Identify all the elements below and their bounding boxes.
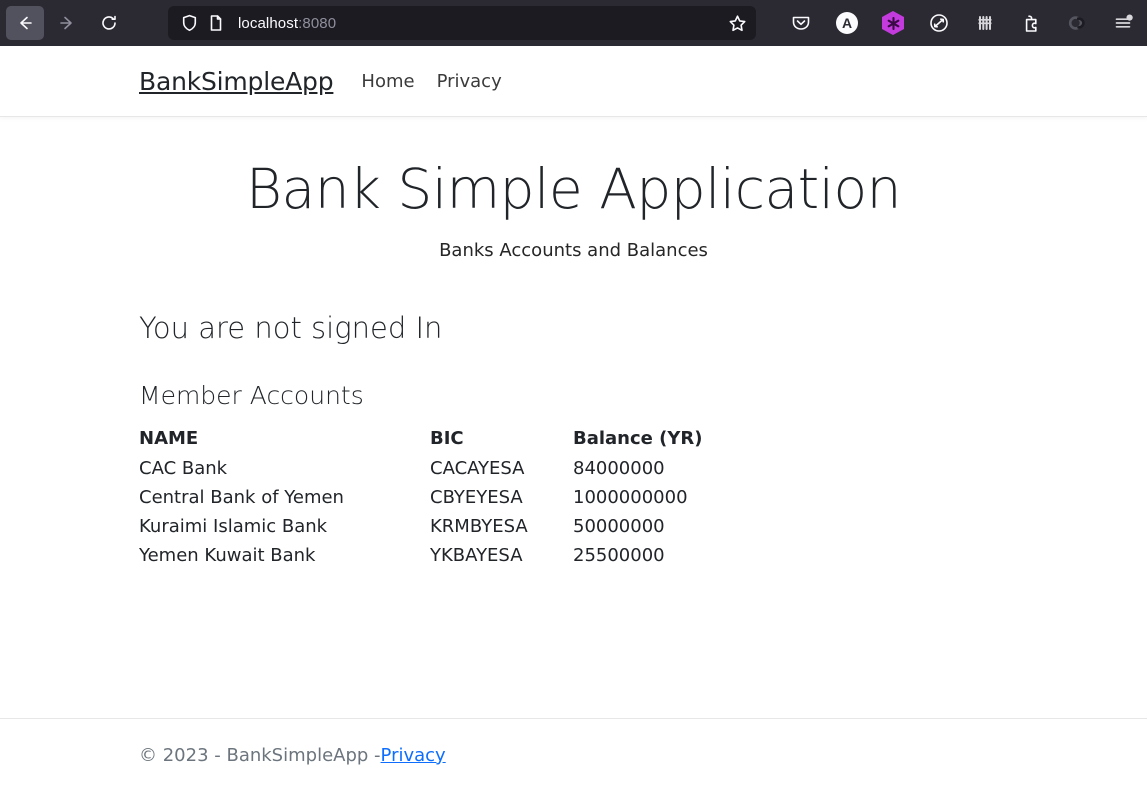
loop-glyph-icon <box>1068 16 1085 30</box>
site-navbar: BankSimpleApp Home Privacy <box>0 46 1147 117</box>
cell-bic: CBYEYESA <box>430 487 523 508</box>
hamburger-glyph-icon <box>1115 14 1133 28</box>
cell-name: CAC Bank <box>139 458 228 479</box>
cell-bic: KRMBYESA <box>430 516 528 537</box>
table-header-row: NAME BIC Balance (YR) <box>139 428 703 458</box>
url-host: localhost <box>238 14 299 32</box>
cell-name: Central Bank of Yemen <box>139 487 344 508</box>
url-text[interactable]: localhost:8080 <box>238 15 336 32</box>
purple-hexagon-icon[interactable] <box>878 8 908 38</box>
circle-slash-glyph-icon <box>930 14 948 32</box>
pocket-icon[interactable] <box>786 8 816 38</box>
page-viewport: BankSimpleApp Home Privacy Bank Simple A… <box>0 46 1147 792</box>
footer-copyright: © 2023 - BankSimpleApp - <box>139 745 381 766</box>
fence-icon[interactable] <box>970 8 1000 38</box>
circle-a-letter: A <box>836 12 858 34</box>
signed-in-status: You are not signed In <box>139 311 443 345</box>
table-header-name: NAME <box>139 428 199 449</box>
puzzle-icon[interactable] <box>1016 8 1046 38</box>
site-footer: © 2023 - BankSimpleApp - Privacy <box>0 718 1147 792</box>
cell-bic: YKBAYESA <box>430 545 523 566</box>
cell-name: Kuraimi Islamic Bank <box>139 516 328 537</box>
page-subtitle: Banks Accounts and Balances <box>439 240 708 261</box>
puzzle-glyph-icon <box>1025 14 1037 32</box>
forward-button[interactable] <box>48 6 86 40</box>
hexagon-shape <box>882 11 904 35</box>
forward-arrow-icon <box>60 16 72 30</box>
app-menu-icon[interactable] <box>1108 8 1138 38</box>
nav-link-privacy[interactable]: Privacy <box>437 71 502 92</box>
table-head: NAME BIC Balance (YR) <box>139 428 703 458</box>
reload-icon <box>102 15 116 30</box>
bookmark-button[interactable] <box>722 9 752 37</box>
footer-privacy-link[interactable]: Privacy <box>381 745 446 766</box>
table-row: Kuraimi Islamic Bank KRMBYESA 50000000 <box>139 516 703 545</box>
loop-icon[interactable] <box>1062 8 1092 38</box>
circle-a-icon[interactable]: A <box>832 8 862 38</box>
back-button[interactable] <box>6 6 44 40</box>
table-header-bic: BIC <box>430 428 464 449</box>
main-content: Bank Simple Application Banks Accounts a… <box>0 117 1147 718</box>
asterisk-glyph-icon <box>887 16 899 30</box>
table-row: Yemen Kuwait Bank YKBAYESA 25500000 <box>139 545 703 574</box>
cell-name: Yemen Kuwait Bank <box>139 545 316 566</box>
circle-slash-icon[interactable] <box>924 8 954 38</box>
cell-bic: CACAYESA <box>430 458 525 479</box>
url-port: :8080 <box>298 14 337 32</box>
brand-link[interactable]: BankSimpleApp <box>139 67 334 96</box>
table-row: Central Bank of Yemen CBYEYESA 100000000… <box>139 487 703 516</box>
cell-balance: 25500000 <box>573 545 665 566</box>
reload-button[interactable] <box>90 6 128 40</box>
browser-toolbar: localhost:8080 A <box>0 0 1147 46</box>
notification-dot-icon <box>1126 14 1133 21</box>
url-bar[interactable]: localhost:8080 <box>168 6 756 40</box>
navigation-buttons <box>0 6 128 40</box>
section-title-member-accounts: Member Accounts <box>139 381 364 410</box>
table-header-balance: Balance (YR) <box>573 428 703 449</box>
urlbar-icons <box>168 14 224 32</box>
cell-balance: 50000000 <box>573 516 665 537</box>
page-title: Bank Simple Application <box>246 157 902 221</box>
star-icon <box>729 14 745 31</box>
cell-balance: 84000000 <box>573 458 665 479</box>
navbar-links: Home Privacy <box>361 71 501 92</box>
fence-glyph-icon <box>978 16 992 30</box>
cell-balance: 1000000000 <box>573 487 688 508</box>
table-body: CAC Bank CACAYESA 84000000 Central Bank … <box>139 458 703 574</box>
shield-icon[interactable] <box>181 14 198 32</box>
extension-icons: A <box>786 0 1138 46</box>
nav-link-home[interactable]: Home <box>361 71 414 92</box>
pocket-glyph-icon <box>792 16 810 30</box>
table-row: CAC Bank CACAYESA 84000000 <box>139 458 703 487</box>
page-info-icon[interactable] <box>208 14 224 32</box>
member-accounts-table: NAME BIC Balance (YR) CAC Bank CACAYESA … <box>139 428 703 574</box>
back-arrow-icon <box>20 16 32 30</box>
